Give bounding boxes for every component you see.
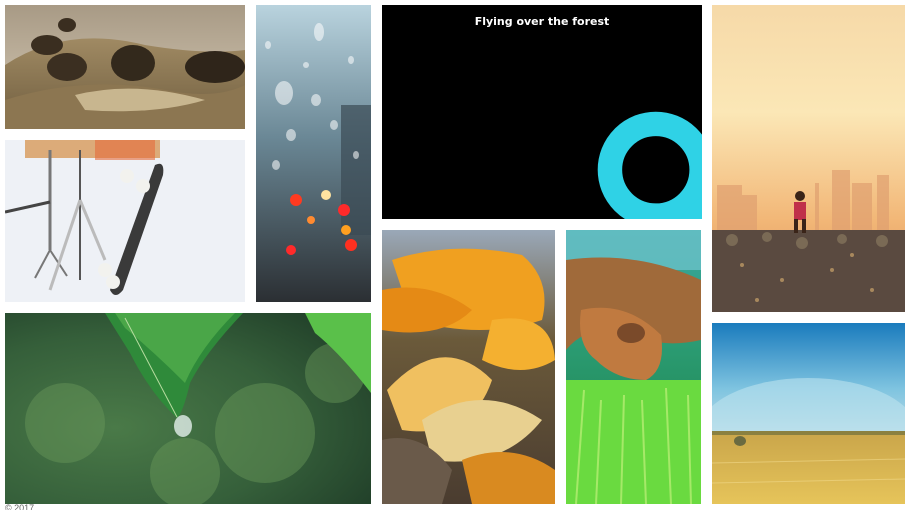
photo-sunset-runner[interactable] xyxy=(712,5,905,312)
footer-text: © 2017 xyxy=(5,503,35,510)
video-title: Flying over the forest xyxy=(474,15,610,28)
video-player[interactable]: Flying over the forest xyxy=(382,5,702,219)
photo-sepia-hills[interactable] xyxy=(5,5,245,129)
photo-leaf-waterdrop[interactable] xyxy=(5,313,371,504)
photo-skateboard-tripod[interactable] xyxy=(5,140,245,302)
photo-dog-grass[interactable] xyxy=(566,230,701,504)
photo-wheat-field[interactable] xyxy=(712,323,905,504)
photo-raindrops-window[interactable] xyxy=(256,5,371,302)
photo-autumn-leaves[interactable] xyxy=(382,230,555,504)
loading-spinner-icon xyxy=(597,111,702,219)
